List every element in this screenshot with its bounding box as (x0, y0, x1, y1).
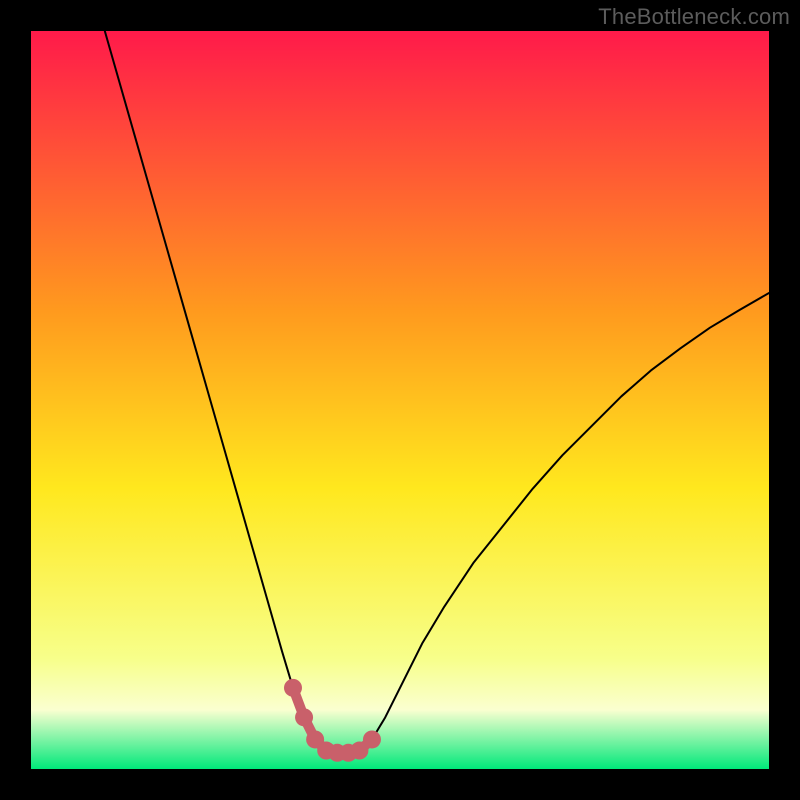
chart-svg (31, 31, 769, 769)
marker-trough-highlight (295, 708, 313, 726)
chart-frame: TheBottleneck.com (0, 0, 800, 800)
marker-trough-highlight (363, 730, 381, 748)
chart-plot-area (31, 31, 769, 769)
gradient-background (31, 31, 769, 769)
watermark-text: TheBottleneck.com (598, 4, 790, 30)
marker-trough-highlight (284, 679, 302, 697)
